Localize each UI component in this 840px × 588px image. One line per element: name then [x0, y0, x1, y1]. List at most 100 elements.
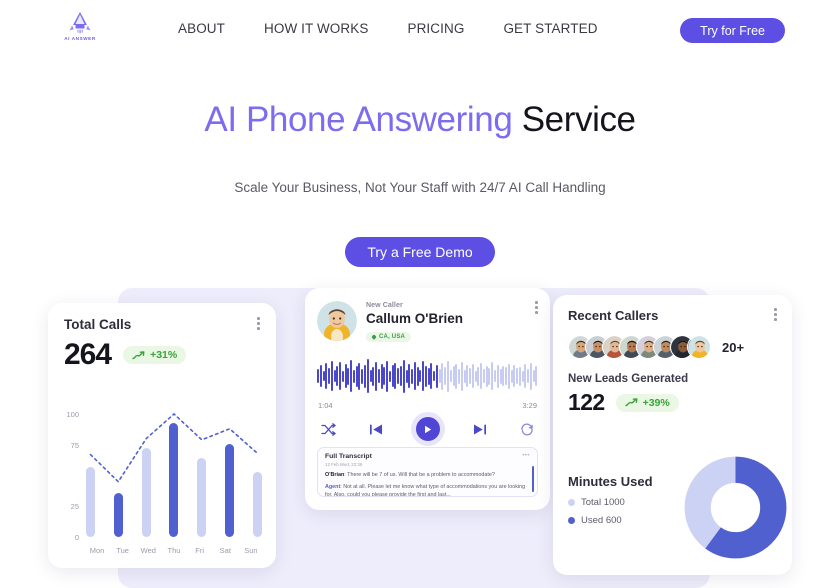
new-leads-value: 122: [568, 389, 605, 415]
total-calls-value-row: 264 +31%: [48, 332, 276, 372]
new-leads-value-row: 122 +39%: [553, 385, 792, 416]
chart-x-label: Sat: [219, 546, 231, 555]
waveform-bar: [482, 369, 485, 383]
waveform-bar: [369, 370, 372, 382]
chart-bar: [225, 443, 235, 537]
transcript-panel[interactable]: Full Transcript 12 Feb Wed, 22:39 ••• O'…: [317, 447, 538, 497]
legend-label-used: Used 600: [581, 515, 622, 526]
total-calls-more-options-icon[interactable]: [257, 317, 260, 330]
nav-link-how-it-works[interactable]: HOW IT WORKS: [264, 21, 368, 36]
weekly-calls-chart: 100 75 25 0 Mon Tue Wed Thu Fri Sat Sun: [48, 389, 276, 567]
shuffle-icon[interactable]: [321, 422, 336, 436]
chart-bar: [252, 471, 262, 537]
audio-total-time: 3:29: [522, 401, 537, 410]
waveform-bar: [494, 370, 496, 382]
waveform-bar: [446, 360, 449, 392]
legend-swatch-used: [568, 517, 575, 524]
nav-link-pricing[interactable]: PRICING: [407, 21, 464, 36]
total-calls-delta-text: +31%: [150, 349, 178, 361]
nav-link-about[interactable]: ABOUT: [178, 21, 225, 36]
rocket-logo-icon: [69, 12, 91, 34]
try-a-free-demo-button[interactable]: Try a Free Demo: [345, 237, 495, 268]
waveform-bar: [344, 364, 347, 388]
waveform-bar: [477, 366, 480, 386]
waveform-bar: [397, 368, 400, 384]
previous-track-icon[interactable]: [369, 423, 383, 436]
caller-more-options-icon[interactable]: [535, 301, 538, 314]
recent-callers-more-options-icon[interactable]: [774, 308, 777, 321]
recent-callers-avatar-stack: 20+: [553, 323, 792, 359]
caller-eyebrow: New Caller: [366, 302, 403, 309]
transcript-line: Agent: Not at all. Please let me know wh…: [325, 483, 530, 496]
waveform-bar: [358, 362, 361, 390]
nav-link-get-started[interactable]: GET STARTED: [503, 21, 597, 36]
waveform-bar: [460, 361, 463, 391]
play-icon: [425, 425, 432, 433]
waveform-bar: [521, 370, 524, 382]
audio-current-time: 1:04: [318, 401, 333, 410]
play-button[interactable]: [416, 417, 440, 441]
brand-logo-text: AI ANSWER: [64, 36, 96, 41]
waveform-bar: [455, 363, 458, 389]
recent-callers-card: Recent Callers 20+ New Leads Generated 1…: [553, 295, 792, 575]
repeat-icon[interactable]: [520, 422, 534, 436]
chart-bar: [86, 466, 95, 537]
transcript-speaker: O'Brian: [325, 471, 345, 478]
transcript-header: Full Transcript 12 Feb Wed, 22:39 •••: [325, 453, 530, 467]
waveform-bar: [380, 363, 383, 389]
chart-x-label: Thu: [167, 546, 181, 555]
chart-x-label: Fri: [195, 546, 204, 555]
new-leads-delta-text: +39%: [642, 396, 670, 409]
waveform-bar: [372, 366, 375, 386]
waveform-bar: [535, 366, 538, 386]
waveform-bar: [427, 367, 430, 385]
brand-logo[interactable]: AI ANSWER: [58, 9, 102, 41]
top-navigation-bar: AI ANSWER ABOUT HOW IT WORKS PRICING GET…: [0, 0, 840, 60]
waveform-bar: [350, 360, 353, 392]
avatar-portrait-icon: [688, 336, 710, 358]
next-track-icon[interactable]: [473, 423, 487, 436]
waveform-bar: [333, 370, 336, 382]
transcript-more-options-icon[interactable]: •••: [522, 453, 530, 459]
waveform-bar: [499, 368, 502, 384]
avatar[interactable]: [687, 335, 711, 359]
waveform-bar: [496, 364, 499, 388]
waveform-bar: [516, 368, 519, 384]
waveform-bar: [330, 361, 333, 391]
transcript-scrollbar[interactable]: [532, 466, 534, 492]
waveform-bar: [408, 364, 411, 388]
audio-controls: [321, 417, 534, 441]
waveform-bar: [485, 365, 488, 387]
waveform-bar: [438, 369, 441, 383]
audio-waveform[interactable]: [317, 356, 538, 396]
trend-up-icon: [132, 350, 145, 359]
caller-avatar: [317, 301, 357, 341]
total-calls-header: Total Calls: [48, 303, 276, 332]
chart-bars: [86, 414, 262, 537]
waveform-bar: [386, 360, 389, 392]
waveform-bar: [413, 362, 416, 390]
waveform-bar: [317, 369, 319, 383]
chart-x-label: Mon: [89, 546, 105, 555]
chart-y-label: 25: [70, 502, 79, 512]
try-for-free-button[interactable]: Try for Free: [680, 18, 785, 43]
waveform-bar: [463, 369, 466, 383]
hero-title-accent: AI Phone Answering: [204, 100, 513, 139]
new-leads-delta-badge: +39%: [615, 393, 679, 412]
transcript-line: O'Brian: There will be 7 of us. Will tha…: [325, 471, 530, 479]
waveform-bar: [411, 368, 414, 384]
waveform-bar: [471, 364, 474, 388]
avatar-portrait-icon: [317, 301, 357, 341]
new-leads-label: New Leads Generated: [568, 373, 689, 385]
waveform-bar: [452, 366, 455, 386]
waveform-bar: [383, 367, 386, 385]
landing-page: AI ANSWER ABOUT HOW IT WORKS PRICING GET…: [0, 0, 840, 588]
waveform-bar: [469, 368, 472, 384]
waveform-bar: [328, 368, 331, 384]
recent-callers-count: 20+: [722, 339, 745, 355]
transcript-title: Full Transcript: [325, 453, 372, 460]
transcript-text: There will be 7 of us. Will that be a pr…: [347, 471, 495, 478]
chart-x-label: Sun: [244, 546, 258, 555]
waveform-bar: [419, 370, 422, 382]
recent-callers-header: Recent Callers: [553, 295, 792, 323]
